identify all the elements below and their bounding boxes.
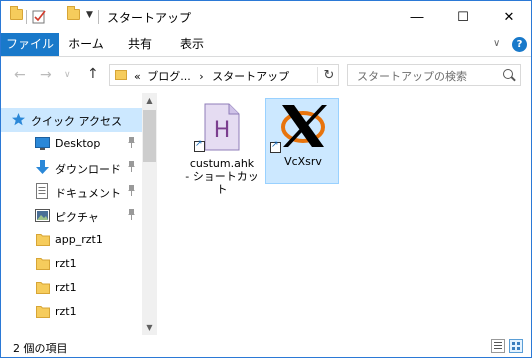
file-name: VcXsrv bbox=[266, 155, 340, 168]
nav-item-folder[interactable]: rzt1 bbox=[1, 252, 142, 276]
scroll-up-icon[interactable]: ▲ bbox=[142, 93, 157, 108]
breadcrumb-item-startup[interactable]: スタートアップ bbox=[212, 70, 289, 83]
large-icons-view-icon[interactable] bbox=[509, 339, 523, 353]
pin-icon[interactable] bbox=[127, 137, 136, 148]
pin-icon[interactable] bbox=[127, 209, 136, 220]
scrollbar-thumb[interactable] bbox=[143, 110, 156, 162]
nav-item-folder[interactable]: app_rzt1 bbox=[1, 228, 142, 252]
folder-icon bbox=[36, 234, 50, 246]
nav-item-documents[interactable]: ドキュメント bbox=[1, 180, 142, 204]
customize-toolbar-icon[interactable]: ▼ bbox=[86, 10, 93, 20]
file-list: H custum.ahk - ショートカッ ト VcXsrv bbox=[157, 93, 531, 335]
status-bar: 2 個の項目 bbox=[1, 335, 531, 357]
tab-file[interactable]: ファイル bbox=[1, 33, 59, 56]
nav-item-pictures[interactable]: ピクチャ bbox=[1, 204, 142, 228]
close-button[interactable]: ✕ bbox=[486, 1, 532, 33]
download-icon bbox=[36, 160, 49, 174]
file-item-vcxsrv[interactable]: VcXsrv bbox=[265, 98, 339, 184]
tab-share[interactable]: 共有 bbox=[119, 33, 161, 56]
refresh-icon[interactable]: ↻ bbox=[320, 67, 338, 85]
folder-icon bbox=[115, 70, 127, 80]
shortcut-overlay-icon bbox=[194, 139, 205, 152]
search-icon[interactable] bbox=[503, 69, 513, 79]
nav-label-quick-access: クイック アクセス bbox=[31, 115, 122, 128]
back-arrow-icon[interactable]: ← bbox=[14, 67, 26, 83]
explorer-window: ▼ スタートアップ ― ☐ ✕ ファイル ホーム 共有 表示 ∨ ? ← → ∨… bbox=[0, 0, 532, 358]
nav-label: rzt1 bbox=[55, 281, 77, 294]
nav-label: ピクチャ bbox=[55, 211, 99, 224]
folder-icon[interactable] bbox=[10, 6, 23, 20]
maximize-button[interactable]: ☐ bbox=[440, 1, 486, 33]
window-title: スタートアップ bbox=[107, 11, 192, 25]
desktop-icon bbox=[35, 137, 50, 150]
star-icon bbox=[12, 113, 25, 126]
nav-scrollbar[interactable]: ▲ ▼ bbox=[142, 93, 157, 335]
nav-item-downloads[interactable]: ダウンロード bbox=[1, 156, 142, 180]
address-bar[interactable]: « ブログ... › スタートアップ ∨ bbox=[109, 64, 417, 86]
minimize-button[interactable]: ― bbox=[394, 1, 440, 33]
file-name-line: - ショートカッ bbox=[185, 170, 259, 183]
tab-view[interactable]: 表示 bbox=[171, 33, 213, 56]
toolbar-separator bbox=[26, 10, 27, 24]
document-icon bbox=[36, 183, 48, 199]
ribbon-tabs: ファイル ホーム 共有 表示 ∨ ? bbox=[1, 33, 531, 57]
breadcrumb-separator[interactable]: › bbox=[199, 70, 203, 83]
new-folder-icon[interactable] bbox=[67, 6, 80, 20]
file-name: custum.ahk - ショートカッ ト bbox=[185, 157, 259, 196]
pin-icon[interactable] bbox=[127, 185, 136, 196]
nav-item-desktop[interactable]: Desktop bbox=[1, 132, 142, 156]
up-arrow-icon[interactable]: ↑ bbox=[87, 66, 99, 82]
vcxsrv-icon bbox=[281, 105, 327, 147]
nav-label: ドキュメント bbox=[55, 187, 121, 200]
folder-icon bbox=[36, 258, 50, 270]
search-input[interactable]: スタートアップの検索 bbox=[357, 68, 467, 84]
file-name-line: VcXsrv bbox=[284, 155, 322, 168]
svg-text:H: H bbox=[214, 118, 231, 143]
file-item-custum-ahk[interactable]: H custum.ahk - ショートカッ ト bbox=[185, 99, 259, 196]
nav-label: rzt1 bbox=[55, 257, 77, 270]
item-count: 2 個の項目 bbox=[13, 342, 68, 355]
shortcut-overlay-icon bbox=[270, 140, 281, 153]
address-separator bbox=[317, 67, 318, 83]
pictures-icon bbox=[35, 209, 50, 222]
details-view-icon[interactable] bbox=[491, 339, 505, 353]
nav-label: ダウンロード bbox=[55, 163, 121, 176]
title-bar: ▼ スタートアップ ― ☐ ✕ bbox=[1, 1, 531, 33]
title-separator bbox=[98, 10, 99, 24]
tab-home[interactable]: ホーム bbox=[65, 33, 107, 56]
navigation-pane: クイック アクセス Desktop ダウンロード ドキュメント ピクチャ app… bbox=[1, 93, 157, 335]
search-box[interactable]: スタートアップの検索 bbox=[347, 64, 521, 86]
file-name-line: ト bbox=[216, 183, 228, 196]
breadcrumb-item-blog[interactable]: ブログ... bbox=[147, 70, 191, 83]
autohotkey-script-icon: H bbox=[204, 103, 240, 151]
nav-label: Desktop bbox=[55, 137, 101, 150]
file-name-line: custum.ahk bbox=[189, 157, 255, 170]
nav-label: app_rzt1 bbox=[55, 233, 103, 246]
breadcrumb-overflow[interactable]: « bbox=[134, 70, 141, 83]
folder-icon bbox=[36, 282, 50, 294]
recent-locations-icon[interactable]: ∨ bbox=[64, 70, 71, 80]
expand-ribbon-icon[interactable]: ∨ bbox=[493, 38, 500, 49]
help-icon[interactable]: ? bbox=[512, 37, 527, 52]
folder-icon bbox=[36, 306, 50, 318]
properties-icon[interactable] bbox=[32, 9, 47, 24]
scroll-down-icon[interactable]: ▼ bbox=[142, 320, 157, 335]
nav-item-quick-access[interactable]: クイック アクセス bbox=[1, 108, 142, 132]
nav-item-folder[interactable]: rzt1 bbox=[1, 276, 142, 300]
forward-arrow-icon[interactable]: → bbox=[40, 67, 52, 83]
nav-label: rzt1 bbox=[55, 305, 77, 318]
breadcrumb: « ブログ... › スタートアップ bbox=[134, 68, 289, 84]
pin-icon[interactable] bbox=[127, 161, 136, 172]
nav-item-folder[interactable]: rzt1 bbox=[1, 300, 142, 324]
